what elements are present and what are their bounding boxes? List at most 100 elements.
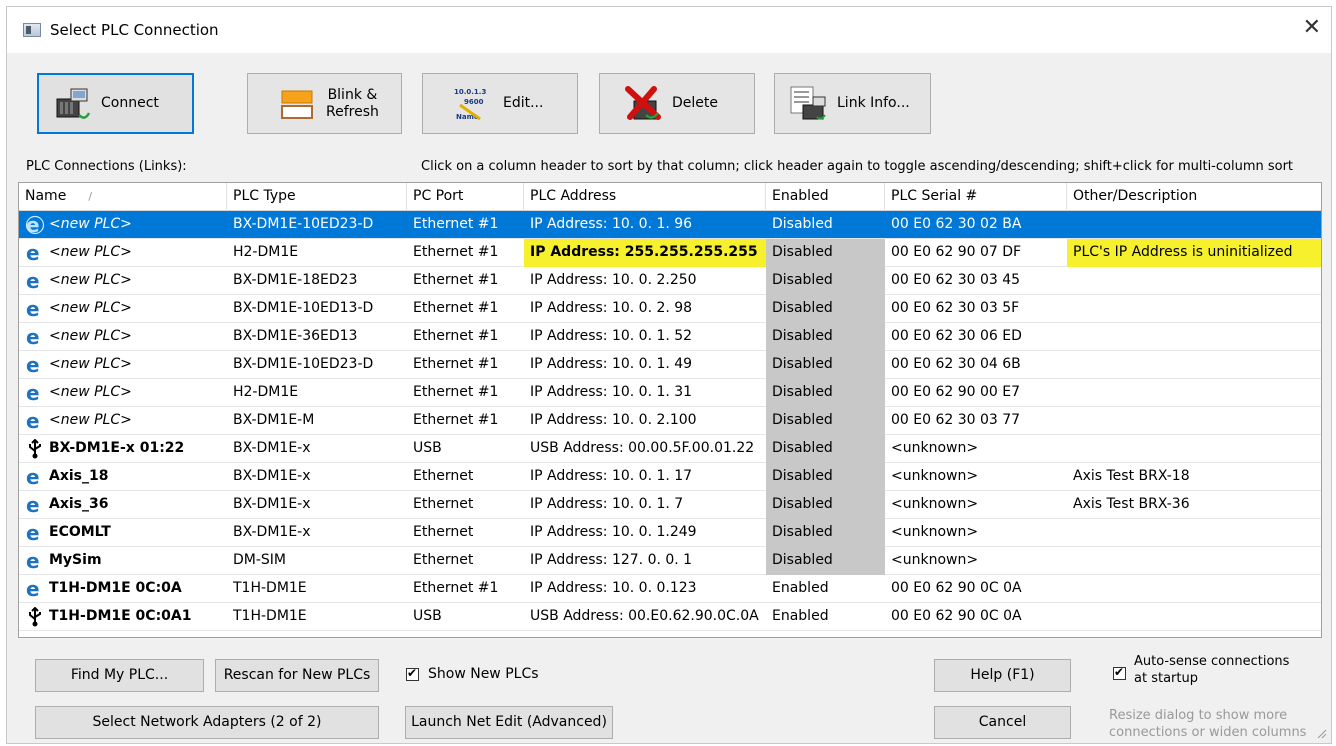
edit-icon-ip-text: 10.0.1.3 — [454, 88, 486, 96]
column-header-plc-serial[interactable]: PLC Serial # — [885, 183, 1067, 211]
delete-button[interactable]: Delete — [599, 73, 755, 134]
show-new-plcs-checkbox[interactable] — [406, 666, 419, 681]
column-header-name[interactable]: Name / — [19, 183, 227, 211]
table-row[interactable]: <new PLC> BX-DM1E-M Ethernet #1 IP Address:… — [19, 407, 1321, 435]
rescan-button[interactable]: Rescan for New PLCs — [215, 659, 379, 692]
cell-enabled: Disabled — [766, 463, 885, 491]
cell-address: IP Address: 10. 0. 2.250 — [530, 272, 697, 288]
ethernet-plc-icon: e — [25, 215, 45, 235]
help-button[interactable]: Help (F1) — [934, 659, 1071, 692]
edit-plc-icon: 10.0.1.3 9600 Name — [454, 88, 486, 121]
svg-text:e: e — [26, 299, 40, 319]
cell-desc: Axis Test BRX-36 — [1073, 496, 1190, 512]
table-row[interactable]: <new PLC> BX-DM1E-10ED23-D Ethernet #1 IP A… — [19, 351, 1321, 379]
table-row[interactable]: <new PLC> BX-DM1E-36ED13 Ethernet #1 IP Add… — [19, 323, 1321, 351]
cell-name: BX-DM1E-x 01:22 — [49, 440, 185, 456]
cell-serial: <unknown> — [891, 552, 979, 568]
column-header-enabled[interactable]: Enabled — [766, 183, 885, 211]
connections-label: PLC Connections (Links): — [26, 159, 187, 174]
cell-address: IP Address: 10. 0. 1. 7 — [530, 496, 684, 512]
cell-enabled: Disabled — [766, 519, 885, 547]
auto-sense-line2: at startup — [1134, 671, 1198, 686]
cell-desc — [1067, 267, 1321, 295]
svg-text:e: e — [26, 271, 40, 291]
select-plc-connection-dialog: Select PLC Connection ✕ Connect Blink & … — [6, 6, 1332, 744]
cell-name: <new PLC> — [49, 272, 132, 288]
cell-address: IP Address: 255.255.255.255 — [524, 239, 766, 267]
auto-sense-checkbox[interactable] — [1113, 665, 1126, 680]
column-header-plc-address[interactable]: PLC Address — [524, 183, 766, 211]
svg-text:e: e — [26, 215, 40, 235]
table-row[interactable]: T1H-DM1E 0C:0A T1H-DM1E Ethernet #1 IP Addr… — [19, 575, 1321, 603]
svg-text:e: e — [26, 383, 40, 403]
cell-enabled: Enabled — [772, 608, 829, 624]
cell-port: Ethernet #1 — [413, 356, 499, 372]
resize-hint-line1: Resize dialog to show more — [1109, 708, 1288, 723]
table-row[interactable]: <new PLC> H2-DM1E Ethernet #1 IP Address: 1… — [19, 379, 1321, 407]
usb-icon — [29, 607, 41, 627]
cell-type: BX-DM1E-10ED23-D — [233, 216, 374, 232]
cell-serial: <unknown> — [891, 524, 979, 540]
window-icon — [23, 23, 41, 37]
auto-sense-line1: Auto-sense connections — [1134, 654, 1290, 669]
ethernet-plc-icon: e — [26, 327, 40, 347]
title-bar: Select PLC Connection ✕ — [7, 7, 1331, 53]
cell-type: BX-DM1E-x — [233, 440, 311, 456]
table-row[interactable]: ECOMLT BX-DM1E-x Ethernet IP Address: 10. 0… — [19, 519, 1321, 547]
link-info-button[interactable]: Link Info... — [774, 73, 931, 134]
cell-serial: 00 E0 62 90 0C 0A — [891, 580, 1022, 596]
cell-serial: 00 E0 62 90 07 DF — [891, 244, 1022, 260]
cancel-button[interactable]: Cancel — [934, 706, 1071, 739]
table-row[interactable]: <new PLC> BX-DM1E-10ED23-D Ethernet #1 IP A… — [19, 211, 1321, 239]
cell-desc — [1067, 575, 1321, 603]
column-header-pc-port[interactable]: PC Port — [407, 183, 524, 211]
table-row[interactable]: <new PLC> H2-DM1E Ethernet #1 IP Address: 2… — [19, 239, 1321, 267]
sort-indicator-icon: / — [88, 190, 93, 203]
close-button[interactable]: ✕ — [1303, 16, 1321, 40]
table-row[interactable]: MySim DM-SIM Ethernet IP Address: 127. 0. 0… — [19, 547, 1321, 575]
cell-address: IP Address: 10. 0. 1. 49 — [530, 356, 693, 372]
column-header-description[interactable]: Other/Description — [1067, 183, 1321, 211]
cell-desc — [1067, 295, 1321, 323]
connect-button[interactable]: Connect — [37, 73, 194, 134]
cell-name: Axis_18 — [49, 468, 109, 484]
cell-port: Ethernet #1 — [413, 244, 499, 260]
cell-type: BX-DM1E-36ED13 — [233, 328, 358, 344]
table-row[interactable]: <new PLC> BX-DM1E-10ED13-D Ethernet #1 IP A… — [19, 295, 1321, 323]
table-row[interactable]: T1H-DM1E 0C:0A1 T1H-DM1E USB USB Address: 0… — [19, 603, 1321, 631]
select-network-adapters-button[interactable]: Select Network Adapters (2 of 2) — [35, 706, 379, 739]
cell-name: <new PLC> — [49, 356, 132, 372]
ethernet-plc-icon: e — [26, 271, 40, 291]
edit-button[interactable]: 10.0.1.3 9600 Name Edit... — [422, 73, 578, 134]
cell-port: Ethernet #1 — [413, 580, 499, 596]
column-header-plc-type[interactable]: PLC Type — [227, 183, 407, 211]
cell-address: IP Address: 127. 0. 0. 1 — [530, 552, 693, 568]
cell-address: IP Address: 10. 0. 1. 96 — [530, 216, 693, 232]
cell-serial: 00 E0 62 30 06 ED — [891, 328, 1022, 344]
table-row[interactable]: <new PLC> BX-DM1E-18ED23 Ethernet #1 IP Add… — [19, 267, 1321, 295]
cell-type: T1H-DM1E — [233, 580, 307, 596]
resize-grip-icon[interactable] — [1315, 727, 1327, 739]
svg-text:e: e — [26, 411, 40, 431]
blink-label-line2: Refresh — [326, 103, 379, 120]
find-my-plc-button[interactable]: Find My PLC... — [35, 659, 204, 692]
table-row[interactable]: BX-DM1E-x 01:22 BX-DM1E-x USB USB Address: … — [19, 435, 1321, 463]
table-row[interactable]: Axis_18 BX-DM1E-x Ethernet IP Address: 10. … — [19, 463, 1321, 491]
cell-serial: <unknown> — [891, 496, 979, 512]
column-header-name-label: Name — [25, 188, 67, 204]
cell-name: ECOMLT — [49, 524, 111, 540]
svg-text:e: e — [26, 579, 40, 599]
launch-net-edit-button[interactable]: Launch Net Edit (Advanced) — [405, 706, 613, 739]
cell-type: BX-DM1E-10ED23-D — [233, 356, 374, 372]
cell-port: USB — [413, 608, 442, 624]
blink-refresh-label: Blink & Refresh — [326, 87, 379, 121]
table-row[interactable]: Axis_36 BX-DM1E-x Ethernet IP Address: 10. … — [19, 491, 1321, 519]
cell-enabled: Disabled — [766, 267, 885, 295]
plc-connections-grid[interactable]: Name / PLC Type PC Port PLC Address Enabl… — [18, 182, 1322, 638]
ethernet-plc-icon: e — [26, 411, 40, 431]
cell-desc: PLC's IP Address is uninitialized — [1067, 239, 1321, 267]
blink-refresh-button[interactable]: Blink & Refresh — [247, 73, 402, 134]
ethernet-plc-icon: e — [26, 523, 40, 543]
cell-desc — [1067, 323, 1321, 351]
cell-type: BX-DM1E-M — [233, 412, 315, 428]
